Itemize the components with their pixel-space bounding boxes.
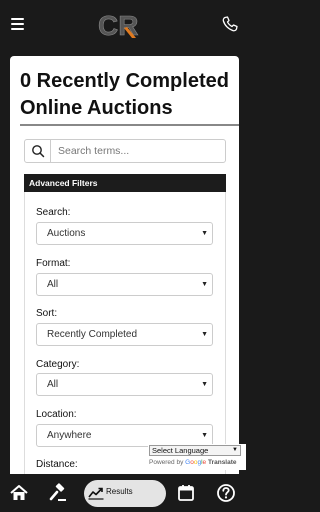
advanced-filters-header[interactable]: Advanced Filters <box>24 174 226 192</box>
filter-select-sort[interactable]: Recently Completed ▼ <box>36 323 213 346</box>
powered-by-google[interactable]: Powered by Google Translate <box>149 459 237 466</box>
filter-select-search[interactable]: Auctions ▼ <box>36 222 213 245</box>
phone-icon[interactable] <box>222 16 238 32</box>
results-nav-button[interactable]: Results <box>84 480 166 507</box>
filter-label-format: Format: <box>36 258 71 269</box>
filter-value-category: All <box>47 379 59 390</box>
filter-value-sort: Recently Completed <box>47 329 138 340</box>
language-select[interactable]: Select Language ▼ <box>149 445 241 456</box>
logo[interactable]: CR <box>98 10 142 40</box>
chevron-down-icon: ▼ <box>201 381 208 388</box>
chevron-down-icon: ▼ <box>201 281 208 288</box>
filter-label-category: Category: <box>36 359 80 370</box>
gavel-icon[interactable] <box>48 483 68 503</box>
bottom-nav: Results <box>0 474 249 512</box>
filter-value-search: Auctions <box>47 228 86 239</box>
translate-widget: Select Language ▼ Powered by Google Tran… <box>148 444 246 470</box>
google-letter: e <box>202 459 207 466</box>
chevron-down-icon: ▼ <box>201 230 208 237</box>
filter-value-format: All <box>47 279 59 290</box>
search-input[interactable] <box>52 140 225 162</box>
language-select-label: Select Language <box>152 446 209 455</box>
page-title: 0 Recently Completed Online Auctions <box>20 70 229 119</box>
powered-by-text: Powered by <box>149 459 184 466</box>
top-header: CR <box>0 0 249 52</box>
filter-select-category[interactable]: All ▼ <box>36 373 213 396</box>
filter-label-search: Search: <box>36 207 71 218</box>
filter-select-format[interactable]: All ▼ <box>36 273 213 296</box>
home-icon[interactable] <box>9 483 29 503</box>
hamburger-icon[interactable] <box>11 18 24 30</box>
filter-label-location: Location: <box>36 409 77 420</box>
help-icon[interactable] <box>216 483 236 503</box>
chevron-down-icon: ▼ <box>232 447 238 453</box>
title-divider <box>20 124 239 126</box>
filter-label-sort: Sort: <box>36 308 58 319</box>
search-bar <box>24 139 226 163</box>
calendar-icon[interactable] <box>176 483 196 503</box>
results-label: Results <box>106 487 133 496</box>
search-icon[interactable] <box>25 140 51 162</box>
chevron-down-icon: ▼ <box>201 432 208 439</box>
chevron-down-icon: ▼ <box>201 331 208 338</box>
filter-value-location: Anywhere <box>47 430 92 441</box>
filter-label-distance: Distance: <box>36 459 78 470</box>
translate-text: Translate <box>207 459 237 466</box>
results-chart-icon <box>88 487 104 500</box>
